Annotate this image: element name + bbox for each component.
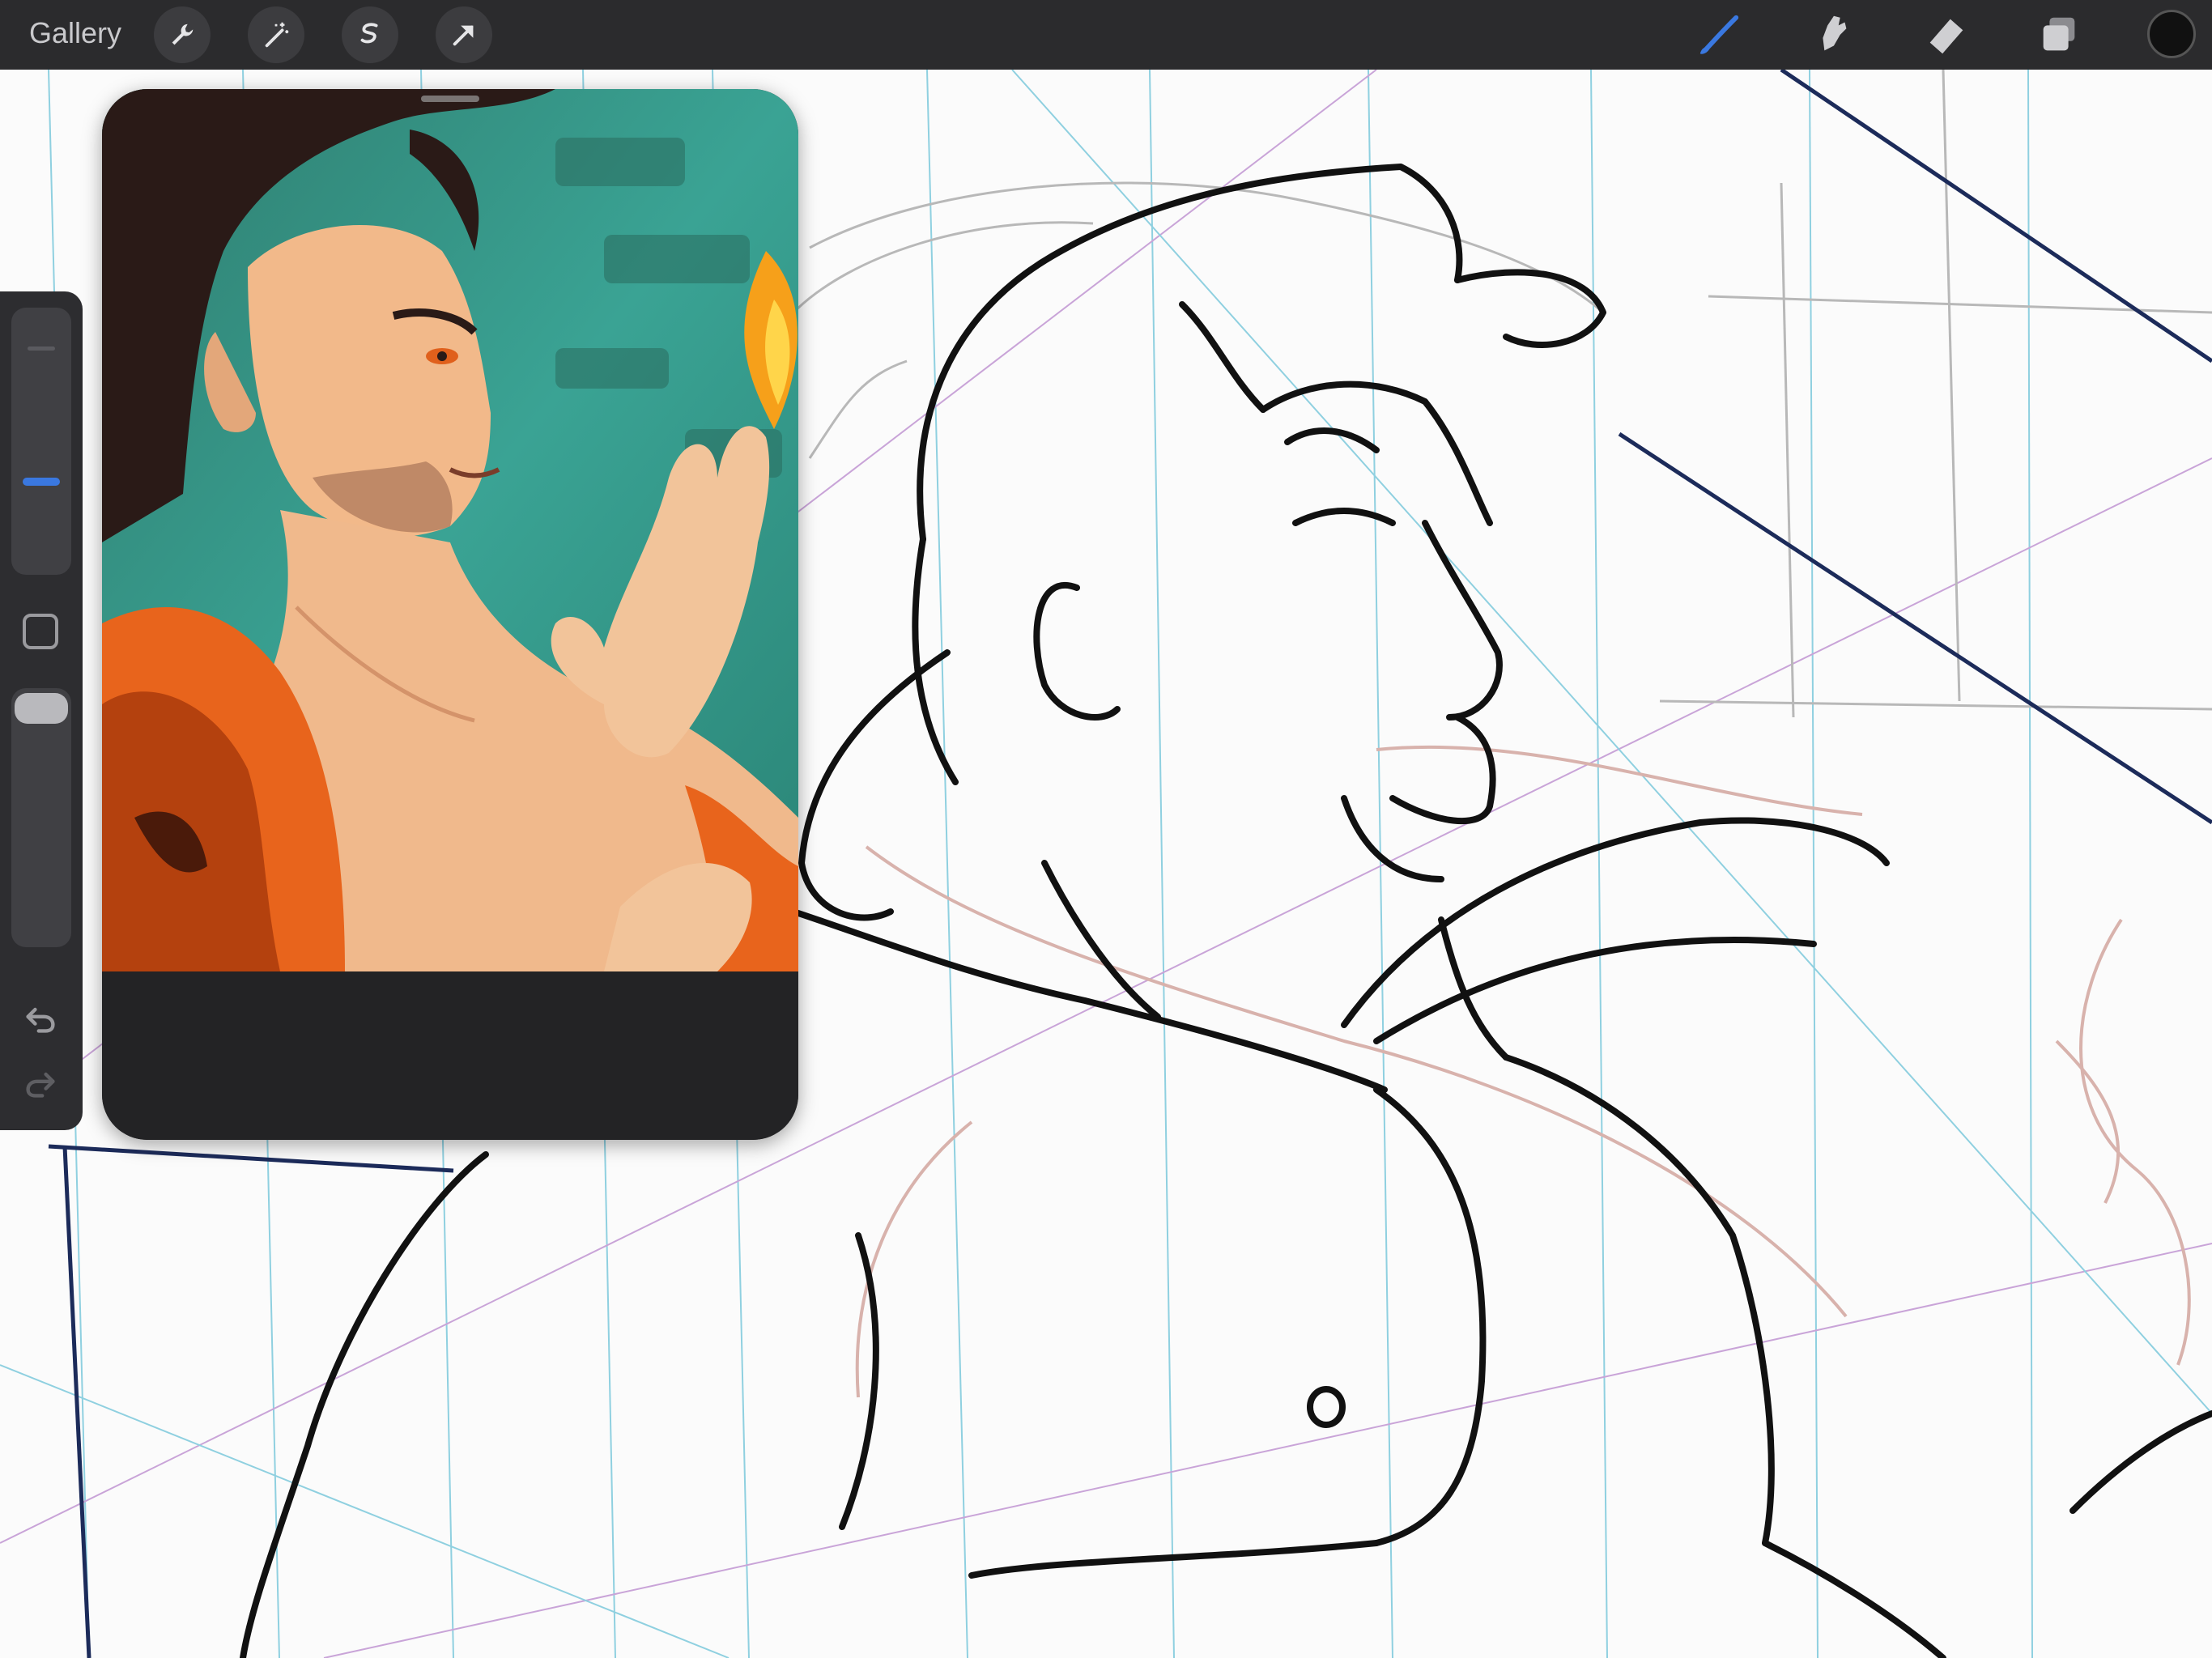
opacity-slider[interactable]	[11, 688, 71, 947]
brush-size-slider[interactable]	[11, 308, 71, 575]
opacity-thumb[interactable]	[15, 693, 68, 724]
top-toolbar: Gallery	[0, 0, 2212, 70]
magic-wand-icon	[265, 22, 289, 48]
actions-button[interactable]	[154, 6, 211, 63]
undo-icon	[26, 1007, 55, 1033]
slider-track-marker	[28, 346, 55, 351]
smudge-icon	[1823, 15, 1847, 51]
reference-image[interactable]	[102, 89, 798, 1140]
eraser-tool[interactable]	[1919, 8, 1972, 62]
color-sketch-layer	[855, 745, 2191, 1398]
reference-drag-handle[interactable]	[421, 96, 479, 102]
brush-icon	[1699, 15, 1739, 54]
selection-button[interactable]	[342, 6, 398, 63]
eraser-icon	[1929, 19, 1963, 54]
brush-size-thumb[interactable]	[15, 470, 68, 494]
redo-icon	[26, 1072, 55, 1098]
transform-arrow-icon	[453, 25, 474, 46]
transform-button[interactable]	[436, 6, 492, 63]
brush-size-indicator	[23, 478, 60, 486]
gallery-button[interactable]: Gallery	[29, 16, 121, 50]
adjustments-button[interactable]	[248, 6, 304, 63]
modify-square-button[interactable]	[23, 614, 58, 649]
color-picker-button[interactable]	[2147, 10, 2196, 58]
layers-icon	[2043, 17, 2075, 51]
smudge-tool[interactable]	[1806, 8, 1859, 62]
reference-window[interactable]	[102, 89, 798, 1140]
undo-button[interactable]	[18, 996, 63, 1041]
brush-tool[interactable]	[1692, 8, 1746, 62]
redo-button[interactable]	[18, 1061, 63, 1106]
layers-tool[interactable]	[2032, 8, 2086, 62]
side-toolbar	[0, 291, 83, 1130]
wrench-icon	[172, 23, 194, 45]
selection-icon	[360, 23, 378, 44]
